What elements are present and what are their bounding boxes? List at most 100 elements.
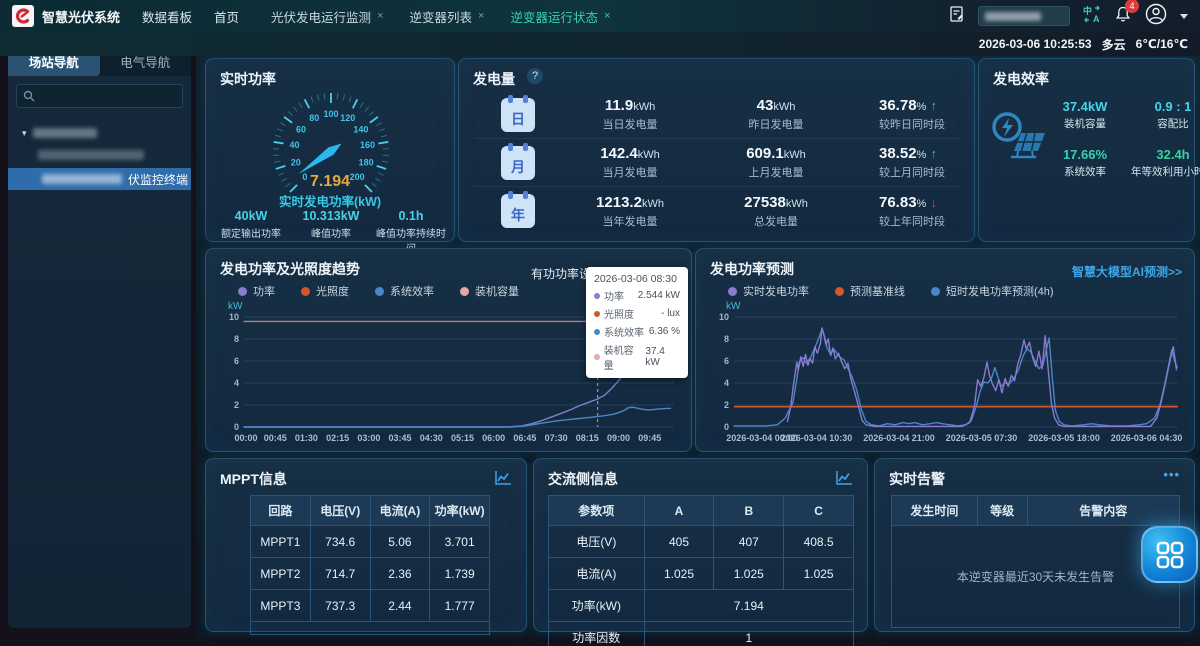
forecast-chart[interactable]: 02468102026-03-04 00:002026-03-04 10:302…	[704, 311, 1188, 445]
document-icon[interactable]	[948, 5, 966, 28]
app-title: 智慧光伏系统	[42, 7, 120, 26]
gauge-value-label: 实时发电功率(kW)	[206, 191, 454, 210]
svg-text:06:45: 06:45	[513, 433, 536, 443]
svg-text:0: 0	[724, 422, 729, 432]
legend-forecast-baseline[interactable]: 预测基准线	[835, 283, 905, 299]
chevron-down-icon[interactable]: ▾	[22, 128, 27, 139]
panel-energy-generation: 发电量 ? 日 11.9kWh 当日发电量 43kWh 昨日发电量 36.78%…	[458, 58, 975, 242]
legend-system-efficiency[interactable]: 系统效率	[375, 283, 434, 299]
svg-text:140: 140	[353, 124, 368, 134]
svg-text:10: 10	[229, 312, 239, 322]
svg-text:4: 4	[234, 378, 239, 388]
svg-text:60: 60	[296, 124, 306, 134]
svg-text:05:15: 05:15	[451, 433, 474, 443]
svg-text:10: 10	[719, 312, 729, 322]
svg-text:00:45: 00:45	[264, 433, 287, 443]
stat-equivalent-hours: 32.4h 年等效利用小时数	[1123, 147, 1200, 179]
svg-text:06:00: 06:00	[482, 433, 505, 443]
chart-tooltip: 2026-03-06 08:30 功率2.544 kW 光照度- lux 系统效…	[586, 267, 688, 378]
panel-title: 发电功率预测	[710, 259, 794, 279]
tree-node-root[interactable]: ▾	[8, 124, 191, 142]
status-bar: 2026-03-06 10:25:53 多云 6℃/16℃	[0, 32, 1200, 56]
alarm-table-header: 发生时间 等级 告警内容	[891, 495, 1180, 526]
svg-text:08:15: 08:15	[576, 433, 599, 443]
svg-text:02:15: 02:15	[326, 433, 349, 443]
ai-forecast-link[interactable]: 智慧大模型AI预测>>	[1072, 263, 1182, 280]
panel-title: 发电效率	[993, 69, 1049, 89]
panel-generation-efficiency: 发电效率 37.4kW 装机容量 0.9 : 1 容配比 17.	[978, 58, 1195, 242]
line-chart-icon[interactable]	[836, 470, 853, 490]
panel-title: 发电功率及光照度趋势	[220, 259, 360, 279]
redacted-search-text	[985, 12, 1041, 21]
nav-item-dashboard[interactable]: 数据看板	[142, 7, 192, 26]
tab-inverter-list[interactable]: 逆变器列表 ×	[410, 7, 485, 26]
tooltip-row-efficiency: 系统效率6.36 %	[594, 324, 680, 339]
close-icon[interactable]: ×	[478, 10, 484, 22]
line-chart-icon[interactable]	[495, 470, 512, 490]
trend-arrow-icon: ↑	[931, 98, 938, 113]
panel-title: 实时告警	[889, 469, 945, 489]
trend-arrow-icon: ↑	[931, 146, 938, 161]
svg-text:0: 0	[234, 422, 239, 432]
app-logo-icon[interactable]	[12, 5, 34, 27]
energy-row-day: 日 11.9kWh 当日发电量 43kWh 昨日发电量 36.78% ↑ 较昨日…	[473, 91, 962, 139]
stat-vs-last-month: 38.52% ↑ 较上月同时段	[851, 145, 962, 180]
panel-title: 发电量	[473, 69, 515, 89]
tree-node-selected-terminal[interactable]: 伏监控终端	[8, 168, 191, 190]
tab-pv-monitoring[interactable]: 光伏发电运行监测 ×	[271, 7, 383, 26]
svg-text:8: 8	[234, 334, 239, 344]
svg-text:80: 80	[309, 113, 319, 123]
svg-text:120: 120	[340, 113, 355, 123]
stat-year-energy: 1213.2kWh 当年发电量	[559, 194, 701, 229]
legend-irradiance[interactable]: 光照度	[301, 283, 349, 299]
stat-total-energy: 27538kWh 总发电量	[701, 194, 851, 229]
global-search-input[interactable]	[978, 6, 1070, 26]
legend-dot	[835, 287, 844, 296]
help-icon[interactable]: ?	[527, 68, 543, 84]
svg-text:8: 8	[724, 334, 729, 344]
chevron-down-icon[interactable]	[1180, 14, 1188, 19]
redacted-node-text	[33, 128, 97, 138]
stat-system-efficiency: 17.66% 系统效率	[1051, 147, 1119, 179]
close-icon[interactable]: ×	[377, 10, 383, 22]
user-avatar[interactable]	[1144, 2, 1168, 31]
svg-text:20: 20	[291, 157, 301, 167]
ac-table: 参数项 A B C 电压(V)405407408.5 电流(A)1.0251.0…	[548, 495, 854, 646]
trend-arrow-icon: ↓	[931, 195, 938, 210]
stat-yesterday-energy: 43kWh 昨日发电量	[701, 97, 851, 132]
tooltip-row-power: 功率2.544 kW	[594, 288, 680, 303]
table-row: MPPT1734.65.063.701	[251, 526, 490, 558]
more-options-icon[interactable]: •••	[1163, 467, 1180, 482]
gauge-value: 7.194	[206, 173, 454, 191]
svg-text:中: 中	[1083, 5, 1092, 16]
legend-power[interactable]: 功率	[238, 283, 275, 299]
redacted-node-text	[42, 174, 122, 184]
notifications-bell-icon[interactable]: 4	[1114, 5, 1132, 28]
grid-icon	[1155, 540, 1185, 570]
table-row: 功率(kW)7.194	[549, 590, 854, 622]
translate-icon[interactable]: 中A	[1082, 4, 1102, 29]
nav-item-home[interactable]: 首页	[214, 7, 239, 26]
legend-realtime-power[interactable]: 实时发电功率	[728, 283, 809, 299]
stat-capacity-ratio: 0.9 : 1 容配比	[1123, 99, 1200, 131]
sidebar-search-input[interactable]	[16, 84, 183, 108]
table-row: 功率因数1	[549, 622, 854, 646]
svg-text:2: 2	[724, 400, 729, 410]
close-icon[interactable]: ×	[604, 10, 610, 22]
svg-text:04:30: 04:30	[420, 433, 443, 443]
panel-ac-side-info: 交流侧信息 参数项 A B C 电压(V)405407408.5 电流(A)1.…	[533, 458, 868, 632]
legend-short-term-forecast[interactable]: 短时发电功率预测(4h)	[931, 283, 1054, 299]
svg-text:A: A	[1093, 14, 1100, 24]
svg-text:2026-03-05 07:30: 2026-03-05 07:30	[946, 433, 1018, 443]
tab-inverter-status[interactable]: 逆变器运行状态 ×	[510, 7, 610, 26]
svg-text:2026-03-06 04:30: 2026-03-06 04:30	[1111, 433, 1183, 443]
svg-text:4: 4	[724, 378, 729, 388]
quick-menu-fab-button[interactable]	[1141, 526, 1198, 583]
svg-text:40: 40	[289, 140, 299, 150]
solar-panel-icon	[991, 111, 1049, 163]
legend-dot	[728, 287, 737, 296]
svg-text:2026-03-05 18:00: 2026-03-05 18:00	[1028, 433, 1100, 443]
legend-installed-capacity[interactable]: 装机容量	[460, 283, 519, 299]
table-row: MPPT3737.32.441.777	[251, 590, 490, 622]
tree-node-child[interactable]	[8, 146, 191, 164]
